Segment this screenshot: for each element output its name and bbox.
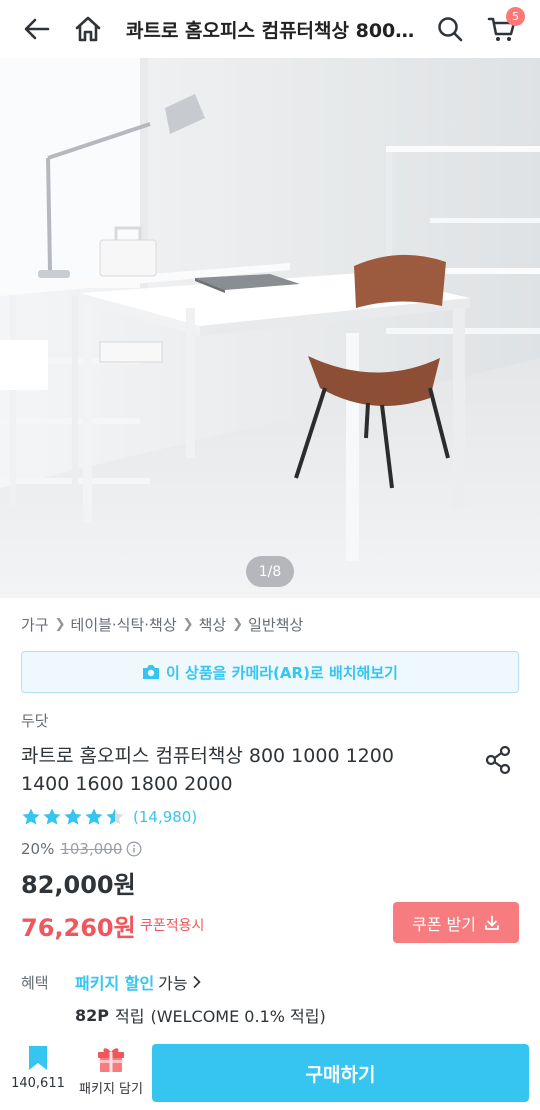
- package-available-label: 가능: [158, 974, 188, 993]
- star-icon: [64, 808, 82, 825]
- rating[interactable]: (14,980): [21, 806, 197, 828]
- breadcrumb-item[interactable]: 가구: [21, 614, 49, 635]
- breadcrumb-item[interactable]: 일반책상: [248, 614, 303, 635]
- buy-button[interactable]: 구매하기: [152, 1044, 529, 1102]
- gift-box-icon: [98, 1048, 124, 1072]
- points-detail: (WELCOME 0.1% 적립): [150, 1007, 326, 1026]
- points-amount: 82P: [75, 1005, 109, 1025]
- download-icon: [484, 915, 500, 931]
- buy-button-label: 구매하기: [305, 1063, 376, 1086]
- sale-price: 82,000원: [21, 871, 136, 899]
- page-title: 콰트로 홈오피스 컴퓨터책상 800 1000 1200 1400 1600 1…: [126, 20, 416, 42]
- back-arrow-icon: [24, 18, 50, 40]
- share-icon: [485, 745, 511, 775]
- benefit-label: 혜택: [21, 974, 49, 992]
- chevron-right-icon: [192, 975, 202, 989]
- scrap-count: 140,611: [11, 1076, 65, 1091]
- package-discount-link[interactable]: 패키지 할인 가능: [75, 970, 202, 994]
- package-discount-label: 패키지 할인: [75, 974, 155, 993]
- points-row: 82P 적립 (WELCOME 0.1% 적립): [75, 1003, 326, 1027]
- image-counter: 1/8: [246, 556, 294, 587]
- cart-count-badge: 5: [506, 7, 525, 26]
- bottom-action-bar: 140,611 패키지 담기 구매하기: [0, 1038, 540, 1110]
- original-price: 103,000: [60, 840, 123, 858]
- coupon-button-label: 쿠폰 받기: [412, 914, 476, 934]
- share-button[interactable]: [481, 743, 515, 777]
- chevron-right-icon: ❯: [54, 616, 66, 632]
- coupon-note: 쿠폰적용시: [140, 918, 205, 934]
- search-icon: [438, 17, 463, 42]
- star-rating: [21, 807, 125, 827]
- back-button[interactable]: [17, 9, 57, 49]
- review-count[interactable]: (14,980): [133, 808, 197, 826]
- product-image[interactable]: [0, 58, 540, 598]
- desk-photo: [0, 58, 540, 598]
- breadcrumb-item[interactable]: 테이블·식탁·책상: [71, 614, 177, 635]
- chevron-right-icon: ❯: [182, 616, 194, 632]
- discount-rate: 20%: [21, 840, 55, 858]
- points-label: 적립: [115, 1007, 145, 1026]
- home-button[interactable]: [68, 9, 108, 49]
- home-icon: [75, 16, 101, 42]
- scrap-button[interactable]: 140,611: [6, 1044, 70, 1104]
- coupon-price: 76,260원: [21, 914, 136, 942]
- ar-view-button[interactable]: 이 상품을 카메라(AR)로 배치해보기: [21, 651, 519, 693]
- star-icon: [43, 808, 61, 825]
- package-add-button[interactable]: 패키지 담기: [74, 1044, 148, 1104]
- ar-view-label: 이 상품을 카메라(AR)로 배치해보기: [166, 663, 398, 682]
- product-title: 콰트로 홈오피스 컴퓨터책상 800 1000 1200 1400 1600 1…: [21, 745, 394, 795]
- original-price-row: 20% 103,000: [21, 838, 142, 860]
- half-star-icon: [106, 808, 124, 825]
- breadcrumb-item[interactable]: 책상: [199, 614, 227, 635]
- info-icon[interactable]: [126, 841, 142, 857]
- top-header: 콰트로 홈오피스 컴퓨터책상 800 1000 1200 1400 1600 1…: [0, 0, 540, 58]
- brand-name[interactable]: 두닷: [21, 710, 49, 731]
- bookmark-icon: [29, 1046, 47, 1070]
- package-add-label: 패키지 담기: [79, 1082, 143, 1097]
- chevron-right-icon: ❯: [232, 616, 244, 632]
- search-button[interactable]: [430, 9, 470, 49]
- star-icon: [85, 808, 103, 825]
- coupon-download-button[interactable]: 쿠폰 받기: [393, 902, 519, 943]
- camera-icon: [142, 664, 160, 680]
- star-icon: [22, 808, 40, 825]
- breadcrumb: 가구 ❯ 테이블·식탁·책상 ❯ 책상 ❯ 일반책상: [21, 612, 303, 636]
